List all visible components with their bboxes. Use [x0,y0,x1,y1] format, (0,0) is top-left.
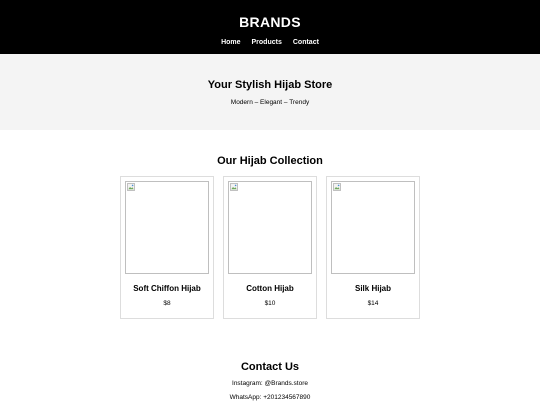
hero-tagline: Modern – Elegant – Trendy [230,99,310,106]
collection-title: Our Hijab Collection [217,155,323,167]
broken-image-icon [230,183,238,191]
product-image[interactable] [228,181,312,274]
product-card[interactable]: Soft Chiffon Hijab $8 [120,176,214,319]
main-nav: Home Products Contact [0,39,540,47]
nav-link-products[interactable]: Products [252,39,282,47]
product-price: $8 [163,300,171,307]
hero-section: Your Stylish Hijab Store Modern – Elegan… [0,54,540,130]
nav-link-home[interactable]: Home [221,39,240,47]
product-image[interactable] [331,181,415,274]
nav-link-contact[interactable]: Contact [293,39,319,47]
product-name: Cotton Hijab [246,284,294,293]
product-image[interactable] [125,181,209,274]
product-card[interactable]: Cotton Hijab $10 [223,176,317,319]
contact-title: Contact Us [240,361,300,373]
broken-image-icon [333,183,341,191]
product-price: $14 [367,300,379,307]
product-price: $10 [264,300,276,307]
hero-title: Your Stylish Hijab Store [207,79,333,91]
product-grid: Soft Chiffon Hijab $8 Cotton Hijab $10 S… [0,176,540,319]
contact-section: Contact Us Instagram: @Brands.store What… [0,319,540,402]
product-name: Soft Chiffon Hijab [133,284,201,293]
whatsapp-number: WhatsApp: +201234567890 [229,394,311,401]
instagram-handle: Instagram: @Brands.store [232,380,308,387]
product-name: Silk Hijab [354,284,391,293]
collection-section: Our Hijab Collection Soft Chiffon Hijab … [0,130,540,319]
product-card[interactable]: Silk Hijab $14 [326,176,420,319]
broken-image-icon [127,183,135,191]
site-header: BRANDS Home Products Contact [0,0,540,54]
brand-logo[interactable]: BRANDS [0,14,540,30]
